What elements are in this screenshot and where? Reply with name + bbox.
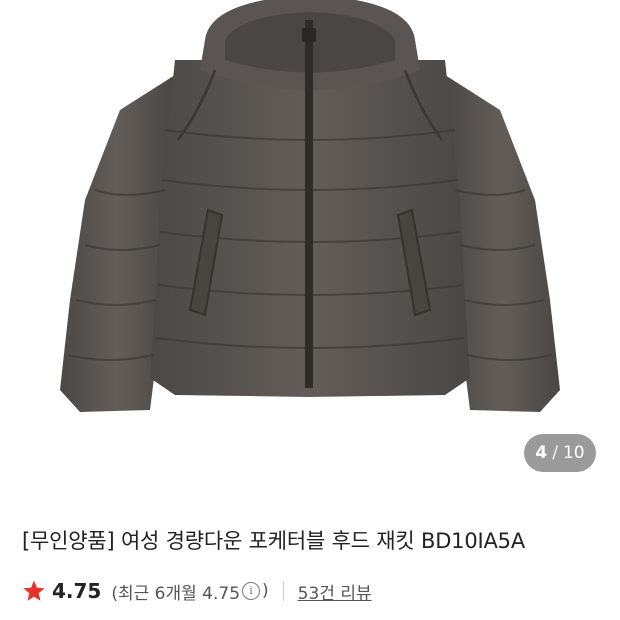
recent-rating-text: (최근 6개월 4.75 bbox=[111, 583, 241, 604]
info-icon[interactable]: i bbox=[242, 582, 261, 600]
divider bbox=[282, 581, 284, 601]
image-counter-separator: / bbox=[552, 443, 558, 463]
rating-score: 4.75 bbox=[52, 579, 102, 603]
image-counter-badge: 4 / 10 bbox=[524, 434, 596, 472]
product-title: [무인양품] 여성 경량다운 포케터블 후드 재킷 BD10IA5A bbox=[22, 529, 525, 553]
image-counter-total: 10 bbox=[562, 443, 585, 463]
puffer-jacket-image bbox=[60, 0, 560, 412]
review-count-link[interactable]: 53건 리뷰 bbox=[298, 579, 372, 604]
recent-rating: (최근 6개월 4.75 i ) bbox=[111, 579, 268, 604]
recent-rating-close: ) bbox=[262, 581, 269, 601]
image-counter-current: 4 bbox=[535, 443, 548, 463]
rating-row: 4.75 (최근 6개월 4.75 i ) 53건 리뷰 bbox=[22, 576, 372, 606]
star-icon bbox=[23, 580, 45, 601]
product-image[interactable]: 4 / 10 bbox=[0, 0, 620, 490]
